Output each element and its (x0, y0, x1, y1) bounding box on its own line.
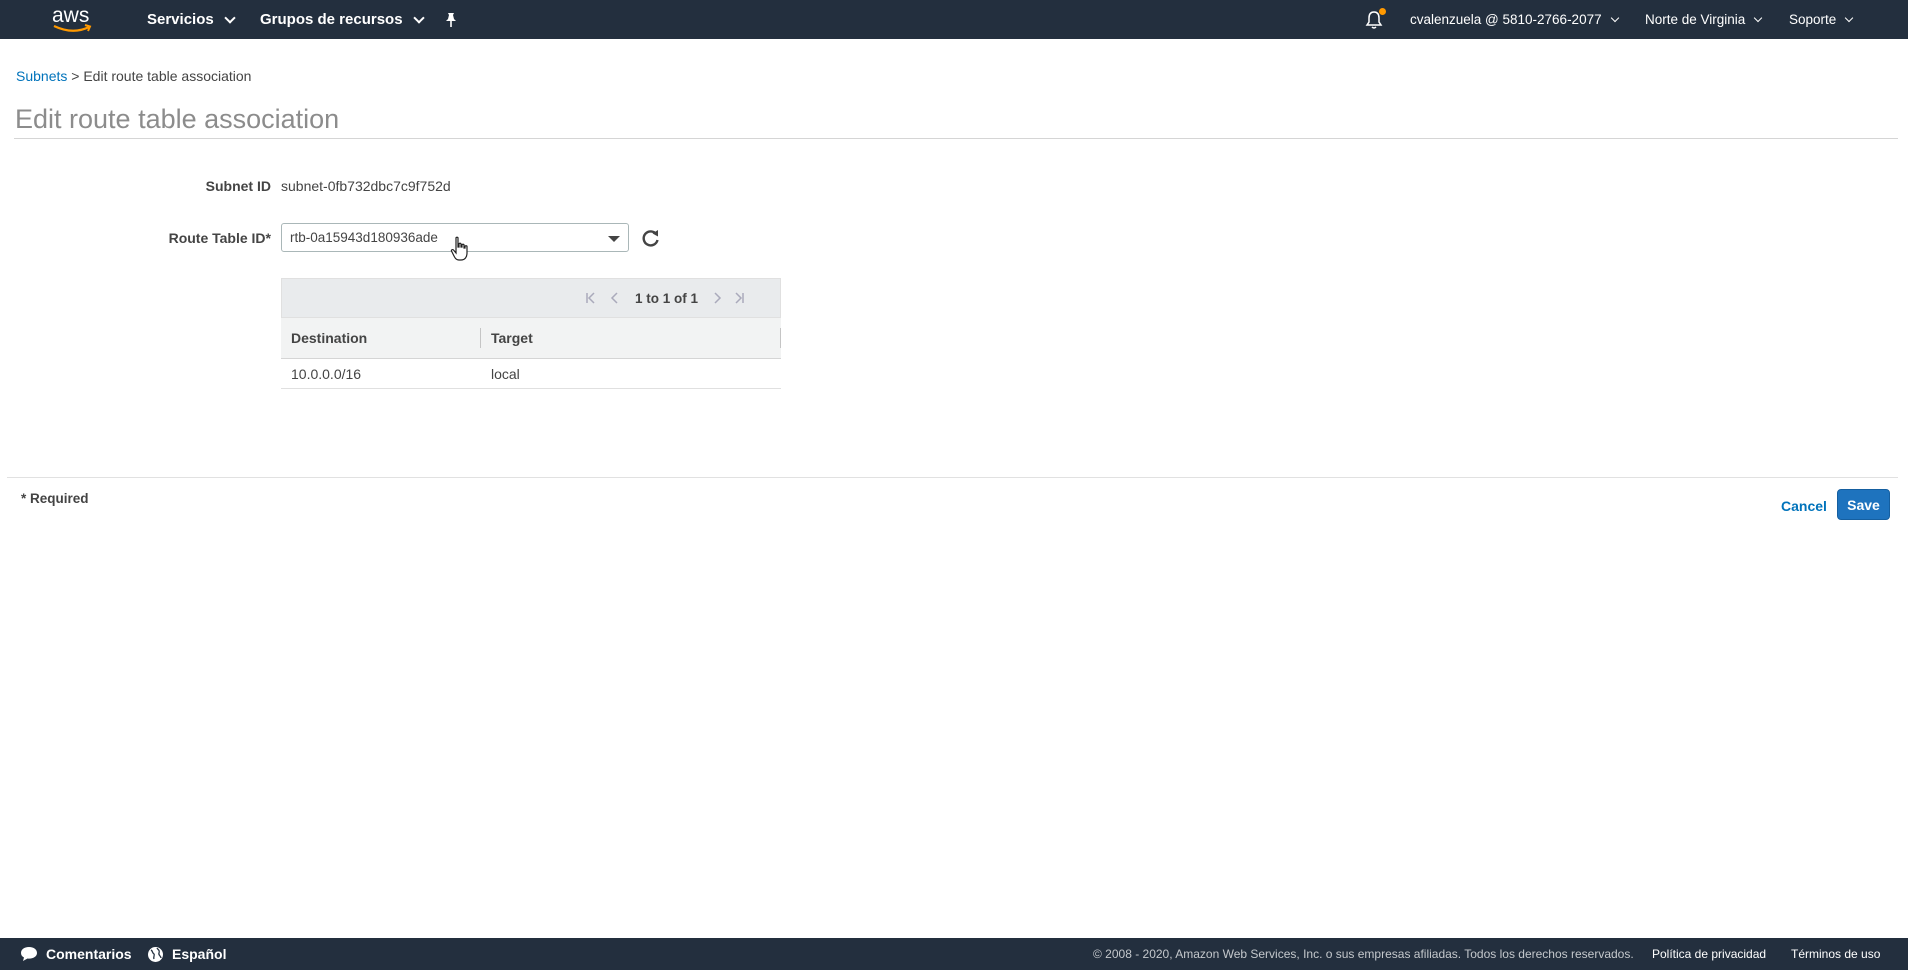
last-page-icon[interactable] (732, 291, 746, 305)
chevron-down-icon (1754, 13, 1763, 22)
form-divider (7, 477, 1898, 478)
notification-dot (1379, 7, 1386, 15)
chevron-down-icon (1845, 13, 1854, 22)
privacy-policy-link[interactable]: Política de privacidad (1652, 938, 1766, 970)
resource-groups-menu-label: Grupos de recursos (260, 11, 403, 28)
aws-smile-icon (53, 24, 92, 32)
region-menu[interactable]: Norte de Virginia (1645, 0, 1763, 39)
hand-cursor-icon (450, 236, 468, 261)
subnet-id-value: subnet-0fb732dbc7c9f752d (281, 178, 451, 194)
pagination-status: 1 to 1 of 1 (635, 291, 699, 306)
chevron-down-icon (224, 11, 236, 24)
terms-of-use-link[interactable]: Términos de uso (1791, 938, 1880, 970)
page-title: Edit route table association (15, 104, 340, 134)
globe-icon (148, 946, 163, 962)
footer-bar: Comentarios Español © 2008 - 2020, Amazo… (0, 938, 1908, 970)
title-divider (14, 138, 1898, 139)
account-menu[interactable]: cvalenzuela @ 5810-2766-2077 (1410, 0, 1619, 39)
table-header: Destination Target (281, 318, 781, 359)
routes-table: 1 to 1 of 1 Destination Target 10.0.0.0/… (281, 278, 781, 389)
subnet-id-label: Subnet ID (205, 178, 271, 194)
speech-bubble-icon (21, 947, 37, 961)
column-divider[interactable] (780, 328, 781, 348)
breadcrumb-separator: > (71, 68, 80, 84)
copyright-text: © 2008 - 2020, Amazon Web Services, Inc.… (1093, 947, 1634, 961)
table-pagination: 1 to 1 of 1 (281, 278, 781, 318)
support-menu[interactable]: Soporte (1789, 0, 1854, 39)
services-menu-label: Servicios (147, 11, 214, 28)
column-header-target[interactable]: Target (491, 330, 533, 346)
chevron-down-icon (412, 11, 425, 24)
services-menu[interactable]: Servicios (147, 0, 236, 39)
chevron-down-icon (1610, 13, 1619, 22)
required-note: * Required (21, 491, 89, 506)
region-menu-label: Norte de Virginia (1645, 12, 1746, 27)
support-menu-label: Soporte (1789, 12, 1837, 27)
refresh-icon[interactable] (641, 228, 661, 248)
cell-target: local (491, 366, 520, 382)
pin-icon[interactable] (444, 0, 458, 39)
column-divider[interactable] (480, 328, 481, 348)
top-navigation-bar: aws Servicios Grupos de recursos cvalenz… (0, 0, 1908, 39)
breadcrumb: Subnets > Edit route table association (16, 68, 251, 84)
route-table-select-value: rtb-0a15943d180936ade (290, 230, 438, 245)
first-page-icon[interactable] (584, 291, 598, 305)
feedback-label: Comentarios (46, 946, 132, 962)
feedback-button[interactable]: Comentarios (20, 938, 132, 970)
pin-icon-graphic (446, 12, 456, 27)
next-page-icon[interactable] (710, 291, 724, 305)
column-header-destination[interactable]: Destination (291, 330, 367, 346)
cell-destination: 10.0.0.0/16 (291, 366, 362, 382)
bell-icon (1365, 7, 1386, 30)
table-row: 10.0.0.0/16 local (281, 359, 781, 389)
route-table-id-label: Route Table ID* (168, 230, 271, 246)
aws-logo[interactable]: aws (52, 0, 96, 39)
save-button[interactable]: Save (1837, 489, 1890, 520)
language-label: Español (172, 946, 227, 962)
resource-groups-menu[interactable]: Grupos de recursos (260, 0, 425, 39)
breadcrumb-link-subnets[interactable]: Subnets (16, 68, 67, 84)
breadcrumb-current: Edit route table association (83, 68, 252, 84)
previous-page-icon[interactable] (608, 291, 622, 305)
notifications-bell[interactable] (1365, 0, 1386, 39)
caret-down-icon (608, 236, 620, 242)
account-menu-label: cvalenzuela @ 5810-2766-2077 (1410, 12, 1602, 27)
language-selector[interactable]: Español (147, 938, 226, 970)
cancel-button[interactable]: Cancel (1781, 498, 1827, 514)
